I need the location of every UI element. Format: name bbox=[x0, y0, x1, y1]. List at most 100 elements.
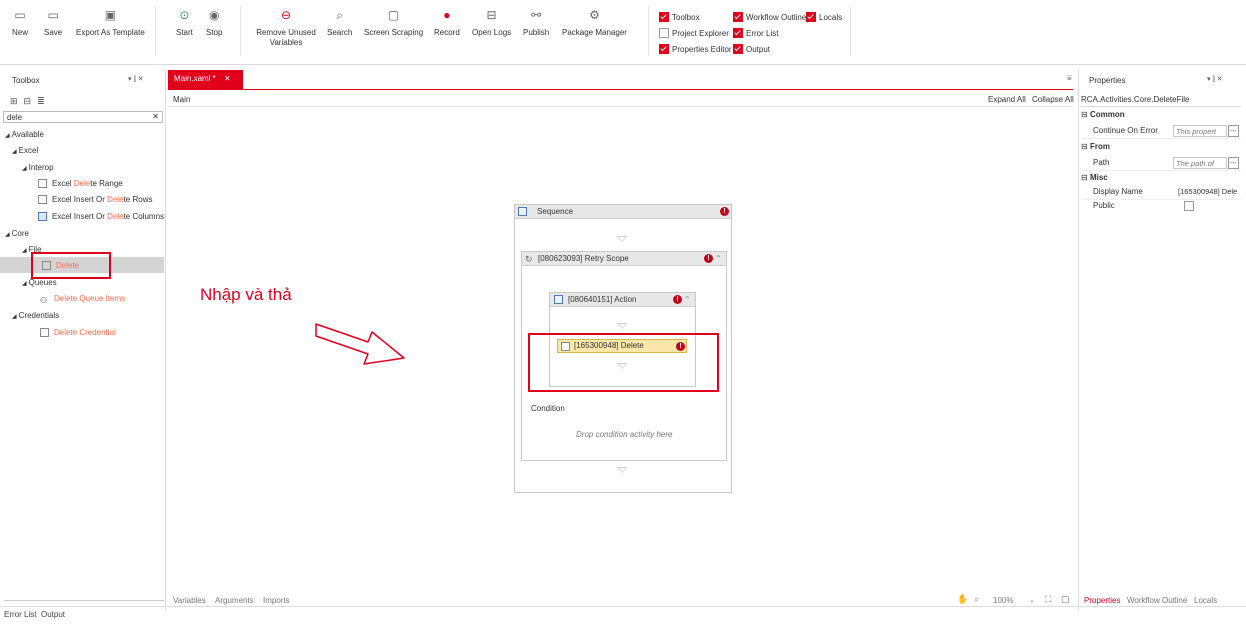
toolbox-title: Toolbox bbox=[12, 76, 40, 85]
tab-overflow-icon[interactable]: ⩸ bbox=[1067, 73, 1072, 83]
public-checkbox[interactable] bbox=[1184, 201, 1194, 211]
continue-on-error-input[interactable]: This propert bbox=[1173, 125, 1227, 137]
list-view-icon[interactable]: ≣ bbox=[37, 96, 51, 106]
expand-all-icon[interactable]: ⊞ bbox=[10, 96, 24, 106]
collapse-chevron-icon[interactable]: ⌃ bbox=[715, 252, 722, 266]
action-header[interactable]: [080640151] Action ! ⌃ bbox=[550, 293, 695, 307]
remove-unused-variables-button[interactable]: ⊖ Remove Unused Variables bbox=[256, 8, 316, 48]
collapse-square-icon: ⊟ bbox=[1081, 173, 1090, 182]
locals-checkbox[interactable]: Locals bbox=[806, 12, 842, 22]
ribbon-separator bbox=[850, 6, 851, 56]
drop-target-icon[interactable] bbox=[617, 323, 627, 329]
property-continue-on-error[interactable]: Continue On Error This propert … bbox=[1081, 124, 1241, 139]
clear-search-icon[interactable]: ✕ bbox=[152, 112, 159, 121]
credential-icon bbox=[40, 328, 49, 337]
package-manager-button[interactable]: ⚙ Package Manager bbox=[562, 8, 627, 38]
tree-node-queues[interactable]: ◢ Queues bbox=[22, 278, 57, 287]
tab-main-xaml[interactable]: Main.xaml * ✕ bbox=[168, 70, 243, 89]
zoom-dropdown-icon[interactable]: ⌄ bbox=[1029, 596, 1035, 604]
drop-target-icon[interactable] bbox=[617, 467, 627, 473]
category-common[interactable]: ⊟ Common bbox=[1081, 108, 1125, 122]
record-button[interactable]: ● Record bbox=[434, 8, 460, 38]
zoom-icon[interactable]: ⌕ bbox=[974, 594, 979, 605]
fit-to-screen-icon[interactable]: ⛶ bbox=[1045, 594, 1051, 605]
close-tab-icon[interactable]: ✕ bbox=[224, 74, 231, 83]
open-logs-icon: ⊟ bbox=[486, 8, 497, 22]
save-button[interactable]: ▭ Save bbox=[44, 8, 62, 38]
search-button[interactable]: ⌕ Search bbox=[327, 8, 352, 38]
pin-icon[interactable]: ▾ ⫿ ✕ bbox=[128, 75, 144, 84]
expand-all-link[interactable]: Expand All bbox=[988, 95, 1026, 104]
toolbox-item-excel-insert-delete-rows[interactable]: Excel Insert Or Delete Rows bbox=[38, 195, 152, 204]
ellipsis-button[interactable]: … bbox=[1228, 157, 1239, 169]
tree-node-core[interactable]: ◢ Core bbox=[5, 229, 29, 238]
stop-button[interactable]: ◉ Stop bbox=[206, 8, 222, 38]
sequence-header[interactable]: Sequence ! bbox=[515, 205, 731, 219]
property-public[interactable]: Public bbox=[1081, 199, 1241, 213]
collapse-all-icon[interactable]: ⊟ bbox=[24, 96, 38, 106]
toolbox-item-delete-queue-items[interactable]: ⚇ Delete Queue Items bbox=[40, 294, 125, 305]
toolbox-search-input[interactable]: dele bbox=[7, 113, 22, 122]
tab-variables[interactable]: Variables bbox=[173, 596, 206, 605]
toolbox-item-excel-insert-delete-columns[interactable]: Excel Insert Or Delete Columns bbox=[38, 212, 164, 221]
expanded-triangle-icon: ◢ bbox=[12, 149, 17, 155]
tab-properties[interactable]: Properties bbox=[1084, 596, 1120, 605]
expanded-triangle-icon: ◢ bbox=[22, 248, 27, 254]
tab-arguments[interactable]: Arguments bbox=[215, 596, 254, 605]
retry-scope-header[interactable]: ↻ [080623093] Retry Scope ! ⌃ bbox=[522, 252, 726, 266]
start-button[interactable]: ⊙ Start bbox=[176, 8, 193, 38]
ellipsis-button[interactable]: … bbox=[1228, 125, 1239, 137]
export-template-icon: ▣ bbox=[104, 8, 117, 22]
error-icon: ! bbox=[673, 295, 682, 304]
properties-pin-icon[interactable]: ▾ ⫿ ✕ bbox=[1207, 75, 1223, 84]
drop-target-icon[interactable] bbox=[617, 236, 627, 242]
new-button[interactable]: ▭ New bbox=[12, 8, 28, 38]
open-logs-button[interactable]: ⊟ Open Logs bbox=[472, 8, 511, 38]
property-display-name[interactable]: Display Name [165300948] Dele bbox=[1081, 185, 1241, 200]
expanded-triangle-icon: ◢ bbox=[5, 232, 10, 238]
overview-map-icon[interactable]: ▢ bbox=[1061, 594, 1070, 605]
screen-scraping-button[interactable]: ▢ Screen Scraping bbox=[364, 8, 423, 38]
breadcrumb[interactable]: Main bbox=[173, 95, 190, 104]
property-path[interactable]: Path The path of … bbox=[1081, 156, 1241, 171]
checkbox-checked-icon bbox=[659, 44, 669, 54]
tree-node-excel[interactable]: ◢ Excel bbox=[12, 146, 38, 155]
tab-workflow-outline[interactable]: Workflow Outline bbox=[1127, 596, 1187, 605]
path-input[interactable]: The path of bbox=[1173, 157, 1227, 169]
workflow-outline-checkbox[interactable]: Workflow Outline bbox=[733, 12, 806, 22]
collapse-chevron-icon[interactable]: ⌃ bbox=[684, 293, 691, 307]
tab-output[interactable]: Output bbox=[41, 610, 65, 619]
tree-node-available[interactable]: ◢ Available bbox=[5, 130, 44, 139]
output-checkbox[interactable]: Output bbox=[733, 44, 770, 54]
package-manager-icon: ⚙ bbox=[589, 8, 600, 22]
queue-items-icon: ⚇ bbox=[40, 296, 48, 305]
collapse-all-link[interactable]: Collapse All bbox=[1032, 95, 1074, 104]
checkbox-checked-icon bbox=[806, 12, 816, 22]
search-icon: ⌕ bbox=[336, 8, 344, 22]
excel-range-icon bbox=[38, 179, 47, 188]
collapse-square-icon: ⊟ bbox=[1081, 142, 1090, 151]
checkbox-checked-icon bbox=[733, 44, 743, 54]
project-explorer-checkbox[interactable]: Project Explorer bbox=[659, 28, 729, 38]
toolbox-checkbox[interactable]: Toolbox bbox=[659, 12, 700, 22]
tree-node-credentials[interactable]: ◢ Credentials bbox=[12, 311, 59, 320]
pan-hand-icon[interactable]: ✋ bbox=[957, 594, 968, 605]
display-name-input[interactable]: [165300948] Dele bbox=[1178, 185, 1240, 199]
properties-editor-checkbox[interactable]: Properties Editor bbox=[659, 44, 732, 54]
toolbox-item-delete-credential[interactable]: Delete Credential bbox=[40, 328, 116, 337]
error-list-checkbox[interactable]: Error List bbox=[733, 28, 778, 38]
toolbox-search-box[interactable]: dele ✕ bbox=[3, 111, 163, 123]
condition-drop-zone[interactable]: Drop condition activity here bbox=[576, 430, 673, 439]
publish-icon: ⚯ bbox=[531, 8, 542, 22]
publish-button[interactable]: ⚯ Publish bbox=[523, 8, 549, 38]
tab-imports[interactable]: Imports bbox=[263, 596, 290, 605]
tab-error-list[interactable]: Error List bbox=[4, 610, 36, 619]
toolbox-item-excel-delete-range[interactable]: Excel Delete Range bbox=[38, 179, 123, 188]
tree-node-interop[interactable]: ◢ Interop bbox=[22, 163, 54, 172]
zoom-level[interactable]: 100% bbox=[993, 596, 1013, 605]
save-icon: ▭ bbox=[47, 8, 59, 22]
category-from[interactable]: ⊟ From bbox=[1081, 140, 1110, 154]
tab-locals[interactable]: Locals bbox=[1194, 596, 1217, 605]
category-misc[interactable]: ⊟ Misc bbox=[1081, 171, 1108, 185]
export-template-button[interactable]: ▣ Export As Template bbox=[76, 8, 145, 38]
